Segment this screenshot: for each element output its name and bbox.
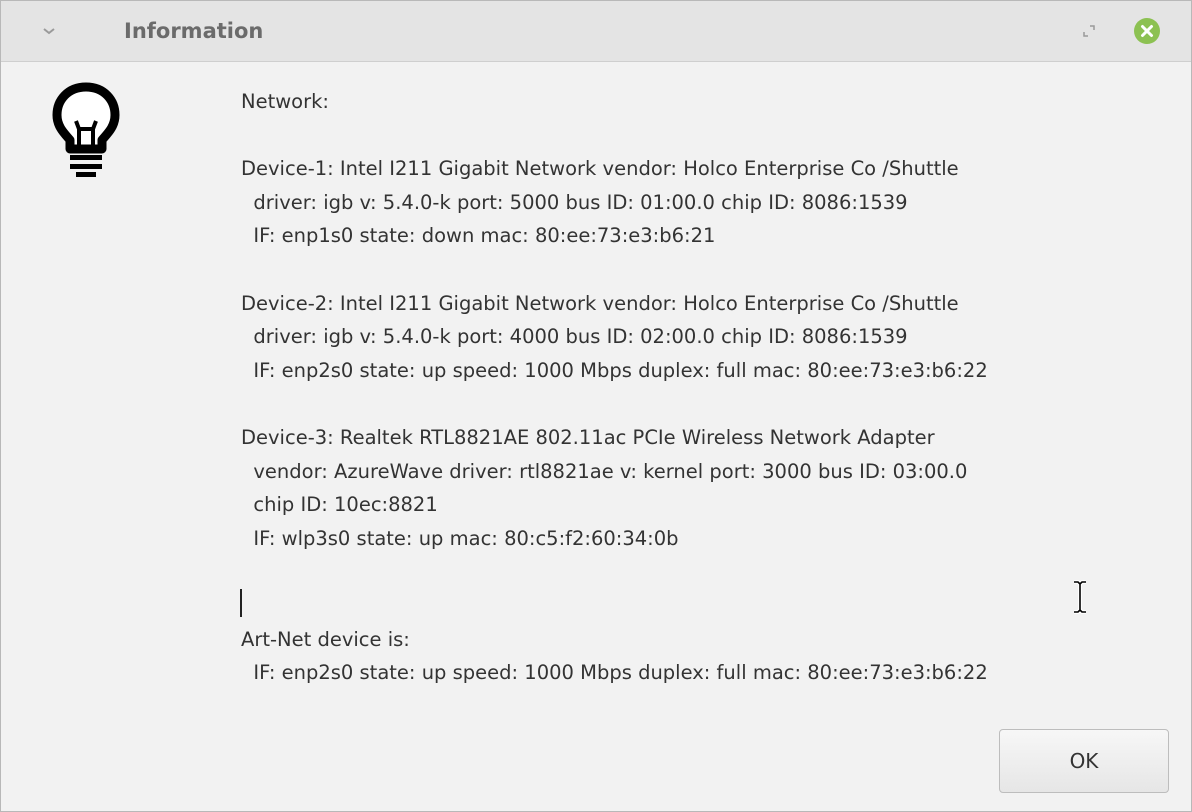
window-title: Information <box>124 19 264 43</box>
info-message: Network: Device-1: Intel I211 Gigabit Ne… <box>241 90 988 685</box>
text-caret <box>240 589 242 617</box>
restore-icon[interactable] <box>1081 23 1097 39</box>
ibeam-cursor-icon <box>1069 579 1091 615</box>
title-bar[interactable]: Information <box>1 1 1191 62</box>
ok-button[interactable]: OK <box>999 729 1169 793</box>
information-dialog: Information Network: Device-1: Intel I21… <box>0 0 1192 812</box>
chevron-down-icon[interactable] <box>37 19 61 43</box>
lightbulb-icon <box>51 81 121 181</box>
close-icon[interactable] <box>1134 18 1160 44</box>
